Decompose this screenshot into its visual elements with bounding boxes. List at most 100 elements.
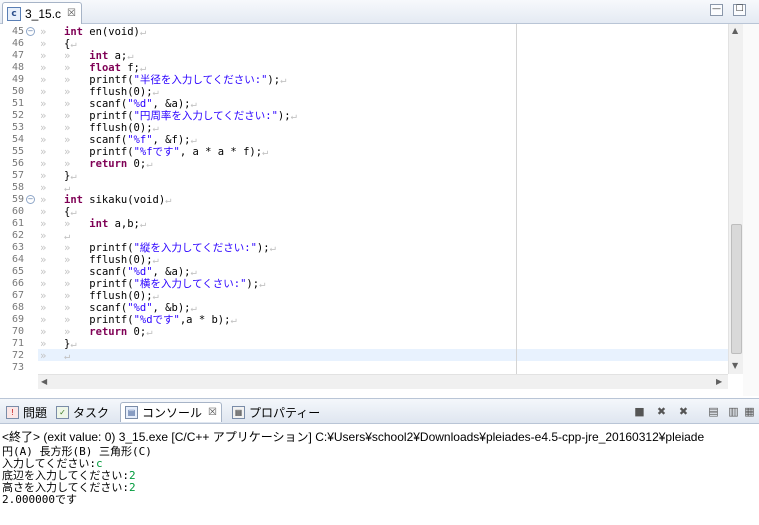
line-break-marker: ↵: [152, 254, 159, 266]
code-token: printf(: [89, 278, 134, 290]
line-break-marker: ↵: [290, 110, 297, 122]
line-number: 72: [11, 350, 24, 361]
tab-whitespace-marker: »: [64, 254, 90, 266]
maximize-button[interactable]: ☐: [733, 4, 746, 16]
vertical-scroll-thumb[interactable]: [731, 224, 742, 354]
tab-whitespace-marker: »: [64, 326, 90, 338]
code-line: {↵: [64, 206, 77, 218]
string-literal-token: "%d": [127, 266, 153, 278]
editor-tab-3_15-c[interactable]: c 3_15.c ☒: [2, 2, 82, 24]
remove-launch-icon[interactable]: ✖: [654, 404, 669, 419]
code-line: » fflush(0);↵: [64, 290, 159, 302]
console-output-text: 2.000000です: [2, 493, 77, 506]
tab-whitespace-marker: »: [40, 38, 53, 50]
console-icon: ▤: [125, 406, 138, 419]
code-line: » fflush(0);↵: [64, 86, 159, 98]
pin-console-icon[interactable]: ▦: [742, 404, 757, 419]
tab-whitespace-marker: »: [64, 242, 90, 254]
terminate-icon[interactable]: ■: [632, 404, 647, 419]
code-text-area[interactable]: int en(void)↵ {↵» int a;↵» float f;↵» pri…: [38, 24, 728, 374]
line-number: 65: [11, 266, 24, 277]
code-line: » float f;↵: [64, 62, 146, 74]
line-break-marker: ↵: [190, 266, 197, 278]
tab-whitespace-marker: »: [40, 62, 53, 74]
code-line: » scanf("%d", &a);↵: [64, 98, 197, 110]
keyword-token: return: [89, 326, 128, 338]
view-tab-tasks[interactable]: ✓ タスク: [52, 402, 113, 422]
code-line: {↵: [64, 38, 77, 50]
code-token: a;: [108, 50, 128, 62]
tab-whitespace-marker: »: [64, 314, 90, 326]
code-token: scanf(: [89, 266, 128, 278]
line-break-marker: ↵: [152, 86, 159, 98]
tab-whitespace-marker: »: [64, 110, 90, 122]
tab-whitespace-marker: »: [40, 266, 53, 278]
line-number: 48: [11, 62, 24, 73]
line-break-marker: ↵: [280, 74, 287, 86]
line-break-marker: ↵: [190, 98, 197, 110]
code-token: 0;: [127, 158, 147, 170]
code-token: fflush(0);: [89, 122, 153, 134]
view-tab-properties[interactable]: ▦ プロパティー: [228, 402, 324, 422]
tab-whitespace-marker: »: [40, 254, 53, 266]
code-token: 0;: [127, 326, 147, 338]
code-line: }↵: [64, 170, 77, 182]
view-tab-console[interactable]: ▤ コンソール ☒: [120, 402, 222, 422]
tab-whitespace-marker: »: [40, 74, 53, 86]
line-number: 66: [11, 278, 24, 289]
code-line: » scanf("%f", &f);↵: [64, 134, 197, 146]
fold-collapse-icon[interactable]: −: [26, 195, 35, 204]
remove-all-terminated-icon[interactable]: ✖: [676, 404, 691, 419]
line-number: 46: [11, 38, 24, 49]
view-tab-label: 問題: [23, 405, 48, 420]
scroll-left-arrow-icon[interactable]: ◀: [41, 377, 47, 386]
line-break-marker: ↵: [152, 122, 159, 134]
tab-whitespace-marker: »: [40, 278, 53, 290]
console-output[interactable]: 円(A) 長方形(B) 三角形(C) 入力してください:c 底辺を入力してください:…: [2, 446, 152, 506]
vertical-scrollbar[interactable]: ▲ ▼: [728, 24, 743, 374]
clear-console-icon[interactable]: ▤: [706, 404, 721, 419]
close-icon[interactable]: ☒: [67, 8, 76, 19]
code-token: scanf(: [89, 134, 128, 146]
line-break-marker: ↵: [139, 218, 147, 230]
tab-whitespace-marker: »: [40, 146, 53, 158]
line-number: 73: [11, 362, 24, 373]
view-tab-problems[interactable]: ! 問題: [2, 402, 51, 422]
line-number: 63: [11, 242, 24, 253]
code-token: , &b);: [152, 302, 191, 314]
line-number: 71: [11, 338, 24, 349]
line-number: 69: [11, 314, 24, 325]
code-token: , &a);: [152, 98, 191, 110]
line-number: 54: [11, 134, 24, 145]
code-token: fflush(0);: [89, 290, 153, 302]
minimize-button[interactable]: —: [710, 4, 723, 16]
line-break-marker: ↵: [165, 194, 172, 206]
code-line: » int a;↵: [64, 50, 134, 62]
code-token: );: [277, 110, 291, 122]
tab-whitespace-marker: »: [64, 50, 90, 62]
editor-tab-label: 3_15.c: [25, 6, 62, 21]
view-tab-label: コンソール: [142, 406, 203, 420]
close-icon[interactable]: ☒: [208, 407, 217, 418]
code-editor[interactable]: 45−46 47 48 49 50 51 52 53 54 55 56 57 58 59−60 61 62 63…: [0, 24, 759, 396]
code-line: ↵: [64, 230, 70, 242]
properties-icon: ▦: [232, 405, 245, 419]
line-break-marker: ↵: [269, 242, 276, 254]
code-token: fflush(0);: [89, 254, 153, 266]
tab-whitespace-marker: »: [40, 242, 53, 254]
line-break-marker: ↵: [139, 62, 147, 74]
tab-whitespace-marker: »: [64, 218, 90, 230]
editor-tab-bar: c 3_15.c ☒ — ☐: [0, 0, 759, 24]
scroll-right-arrow-icon[interactable]: ▶: [716, 377, 722, 386]
fold-collapse-icon[interactable]: −: [26, 27, 35, 36]
scroll-up-arrow-icon[interactable]: ▲: [732, 26, 738, 35]
code-token: ,a * b);: [179, 314, 231, 326]
scroll-down-arrow-icon[interactable]: ▼: [732, 361, 738, 370]
code-line: » printf("横を入力してくさい:");↵: [64, 278, 265, 290]
scroll-lock-icon[interactable]: ▥: [726, 404, 741, 419]
horizontal-scrollbar[interactable]: ◀ ▶: [38, 374, 728, 389]
console-process-header: <終了> (exit value: 0) 3_15.exe [C/C++ アプリ…: [2, 430, 705, 444]
tab-whitespace-marker: »: [40, 86, 53, 98]
line-break-marker: ↵: [262, 146, 269, 158]
line-break-marker: ↵: [70, 38, 77, 50]
